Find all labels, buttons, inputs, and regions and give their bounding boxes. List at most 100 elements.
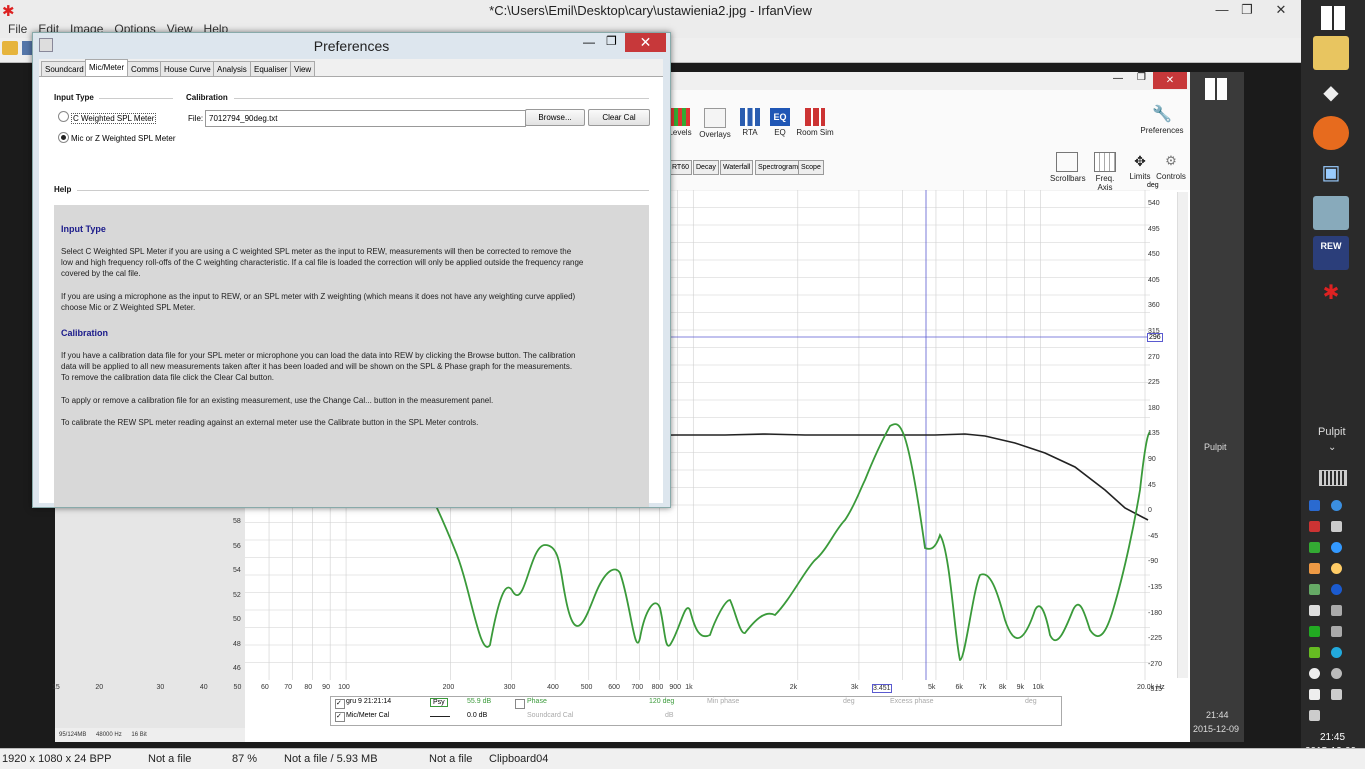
tray-icon-2[interactable] <box>1331 500 1342 511</box>
inner-date: 2015-12-09 <box>1193 724 1240 734</box>
computer-taskbar-icon[interactable]: ▣ <box>1313 156 1349 190</box>
explorer-taskbar-icon[interactable] <box>1313 36 1349 70</box>
radio-mic-z-weighted[interactable] <box>58 132 69 143</box>
menu-file[interactable]: File <box>8 21 27 38</box>
firefox-taskbar-icon[interactable] <box>1313 116 1349 150</box>
rew-minimize-button[interactable]: — <box>1113 73 1123 84</box>
notes-taskbar-icon[interactable] <box>1313 196 1349 230</box>
tab-rt60[interactable]: RT60 <box>669 160 692 175</box>
spl-tick-label: 54 <box>233 567 241 574</box>
controls-button[interactable]: ⚙ Controls <box>1154 152 1188 181</box>
help-p3c: To remove the calibration data file clic… <box>61 373 274 382</box>
legend-phase-check[interactable] <box>515 699 525 709</box>
open-folder-icon[interactable] <box>2 41 18 55</box>
x-tick-label: 400 <box>547 684 559 691</box>
prefs-maximize-button[interactable]: ❐ <box>606 34 617 48</box>
close-button[interactable]: ✕ <box>1262 0 1300 20</box>
freq-axis-button[interactable]: Freq. Axis <box>1088 152 1122 192</box>
windows-taskbar: ◆ ▣ REW ✱ Pulpit ⌄ 21:45 2015-12-09 <box>1301 0 1365 757</box>
x-tick-label: 300 <box>503 684 516 691</box>
save-icon[interactable] <box>22 41 32 55</box>
tray-icon-16[interactable] <box>1331 647 1342 658</box>
x-tick-label: 900 <box>669 684 682 691</box>
legend-psy[interactable]: Psy <box>430 698 448 707</box>
tab-analysis[interactable]: Analysis <box>213 61 251 77</box>
legend-min-unit: deg <box>843 698 855 705</box>
legend-sc: Soundcard Cal <box>527 712 574 719</box>
clear-cal-button[interactable]: Clear Cal <box>588 109 650 126</box>
prefs-minimize-button[interactable]: — <box>583 35 595 49</box>
legend-m1-check[interactable]: ✓ <box>335 699 345 709</box>
tab-soundcard[interactable]: Soundcard <box>41 61 88 77</box>
signal-icon[interactable] <box>1309 710 1320 721</box>
tab-equaliser[interactable]: Equaliser <box>250 61 292 77</box>
show-desktop-label[interactable]: Pulpit <box>1318 426 1346 438</box>
scrollbars-icon <box>1056 152 1078 172</box>
rew-maximize-button[interactable]: ❐ <box>1137 72 1146 83</box>
tray-icon-6[interactable] <box>1331 542 1342 553</box>
tray-icon-13[interactable] <box>1309 626 1320 637</box>
tray-icon-4[interactable] <box>1331 521 1342 532</box>
start-windows-icon[interactable] <box>1321 6 1345 30</box>
tray-icon-9[interactable] <box>1309 584 1320 595</box>
legend-sc-unit: dB <box>665 712 674 719</box>
room-sim-icon <box>805 108 825 126</box>
rew-taskbar-icon[interactable]: REW <box>1313 236 1349 270</box>
eq-button[interactable]: EQ EQ <box>763 108 797 137</box>
legend-phase-val: 120 deg <box>649 698 675 705</box>
help-p1a: Select C Weighted SPL Meter if you are u… <box>61 247 572 256</box>
tray-icon-12[interactable] <box>1331 605 1342 616</box>
flag-icon[interactable] <box>1309 689 1320 700</box>
keyboard-icon[interactable] <box>1319 470 1347 486</box>
tab-decay[interactable]: Decay <box>693 160 719 175</box>
cloud-icon[interactable] <box>1309 668 1320 679</box>
rta-button[interactable]: RTA <box>733 108 767 137</box>
help-p3b: data will be applied to all new measurem… <box>61 362 573 371</box>
tab-comms[interactable]: Comms <box>127 61 163 77</box>
file-input[interactable]: 7012794_90deg.txt <box>205 110 526 127</box>
chevron-down-icon[interactable]: ⌄ <box>1328 442 1336 453</box>
tray-icon-11[interactable] <box>1309 605 1320 616</box>
tray-icon-18[interactable] <box>1331 668 1342 679</box>
status-bits: 16 Bit <box>131 732 147 738</box>
tab-house-curve[interactable]: House Curve <box>160 61 215 77</box>
rew-close-button[interactable]: ✕ <box>1153 72 1187 89</box>
tab-waterfall[interactable]: Waterfall <box>720 160 754 175</box>
nvidia-icon[interactable] <box>1309 647 1320 658</box>
tab-view[interactable]: View <box>290 61 316 77</box>
irfanview-taskbar-icon[interactable]: ✱ <box>1313 276 1349 310</box>
help-p1b: low and high frequency roll-offs of the … <box>61 258 584 267</box>
volume-icon[interactable] <box>1331 689 1342 700</box>
maximize-button[interactable]: ❐ <box>1232 0 1262 20</box>
bluetooth-icon[interactable] <box>1331 584 1342 595</box>
tab-mic-meter[interactable]: Mic/Meter <box>85 59 129 77</box>
x-tick-label: 15 <box>52 684 60 691</box>
tray-icon-8[interactable] <box>1331 563 1342 574</box>
spl-tick-label: 50 <box>233 616 241 623</box>
radio-c-weighted[interactable] <box>58 111 69 122</box>
limits-button[interactable]: ✥ Limits <box>1123 152 1157 181</box>
tab-scope[interactable]: Scope <box>798 160 824 175</box>
legend-m2-check[interactable]: ✓ <box>335 712 345 722</box>
room-sim-button[interactable]: Room Sim <box>795 108 835 137</box>
fox-app-taskbar-icon[interactable]: ◆ <box>1313 76 1349 110</box>
tray-icon-3[interactable] <box>1309 521 1320 532</box>
tray-icon-5[interactable] <box>1309 542 1320 553</box>
x-tick-label: 40 <box>199 684 208 691</box>
scrollbars-button[interactable]: Scrollbars <box>1050 152 1086 183</box>
tray-icon-7[interactable] <box>1309 563 1320 574</box>
browse-button[interactable]: Browse... <box>525 109 585 126</box>
phase-tick-label: 540 <box>1148 200 1160 207</box>
tray-icon-1[interactable] <box>1309 500 1320 511</box>
status-file1: Not a file <box>148 753 192 765</box>
clock-time[interactable]: 21:45 <box>1320 732 1345 743</box>
prefs-close-button[interactable]: ✕ <box>625 33 666 52</box>
eq-label: EQ <box>774 128 786 137</box>
preferences-button[interactable]: 🔧 Preferences <box>1140 106 1184 135</box>
tray-icon-14[interactable] <box>1331 626 1342 637</box>
tab-spectrogram[interactable]: Spectrogram <box>755 160 802 175</box>
phase-scrollbar[interactable] <box>1177 192 1188 678</box>
x-tick-label: 500 <box>580 684 593 691</box>
limits-icon: ✥ <box>1134 153 1146 169</box>
overlays-button[interactable]: Overlays <box>698 108 732 139</box>
